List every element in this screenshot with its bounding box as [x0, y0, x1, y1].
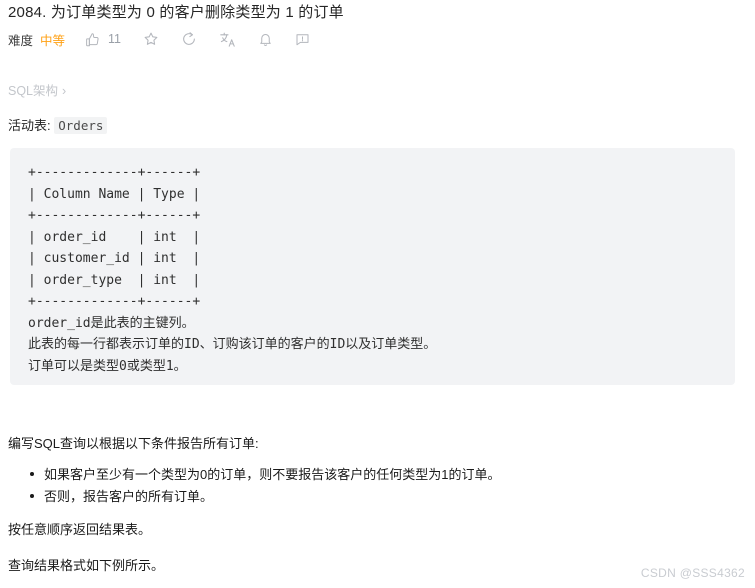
translate-icon	[219, 31, 236, 48]
problem-meta-toolbar: 难度 中等 11	[8, 28, 332, 50]
active-table-name: Orders	[54, 117, 108, 134]
page-title: 2084. 为订单类型为 0 的客户删除类型为 1 的订单	[8, 4, 344, 21]
difficulty-label: 难度	[8, 33, 34, 48]
comment-icon	[295, 32, 310, 47]
list-item: 否则，报告客户的所有订单。	[29, 486, 500, 507]
difficulty-value: 中等	[40, 33, 66, 48]
like-button[interactable]: 11	[85, 32, 121, 47]
schema-code-block: +-------------+------+ | Column Name | T…	[10, 148, 735, 385]
feedback-button[interactable]	[295, 32, 310, 47]
active-table-label: 活动表:	[8, 118, 51, 133]
task-prompt: 编写SQL查询以根据以下条件报告所有订单:	[8, 436, 259, 451]
share-circle-icon	[181, 31, 197, 47]
bell-icon	[258, 32, 273, 47]
like-count: 11	[108, 32, 122, 46]
share-button[interactable]	[181, 31, 197, 47]
favorite-button[interactable]	[143, 31, 159, 47]
breadcrumb-label[interactable]: SQL架构	[8, 84, 58, 98]
schema-code-text: +-------------+------+ | Column Name | T…	[28, 165, 437, 374]
notify-button[interactable]	[258, 32, 273, 47]
translate-button[interactable]	[219, 31, 236, 48]
star-icon	[143, 31, 159, 47]
watermark: CSDN @SSS4362	[640, 566, 745, 580]
format-note: 查询结果格式如下例所示。	[8, 558, 165, 573]
order-note: 按任意顺序返回结果表。	[8, 522, 152, 537]
thumbs-up-icon	[85, 32, 100, 47]
list-item: 如果客户至少有一个类型为0的订单，则不要报告该客户的任何类型为1的订单。	[29, 464, 500, 485]
active-table-line: 活动表: Orders	[8, 115, 108, 134]
breadcrumb[interactable]: SQL架构 ›	[8, 80, 66, 99]
chevron-right-icon: ›	[62, 84, 67, 98]
condition-list: 如果客户至少有一个类型为0的订单，则不要报告该客户的任何类型为1的订单。 否则，…	[8, 464, 500, 508]
